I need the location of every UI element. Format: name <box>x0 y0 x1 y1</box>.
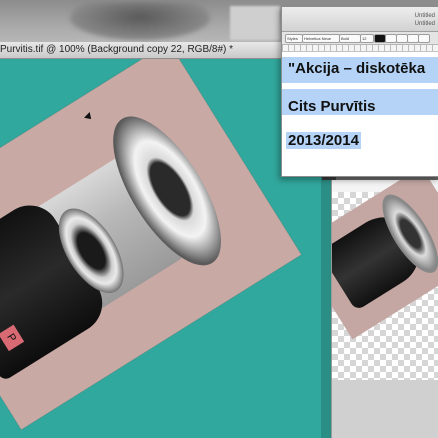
align-button[interactable] <box>418 34 430 43</box>
font-size-popup[interactable]: 12 <box>360 34 374 43</box>
text-ruler[interactable] <box>282 45 438 52</box>
editor-window-title: Untitled <box>414 13 435 19</box>
background-blur-2 <box>230 6 280 40</box>
text-editing-area[interactable]: "Akcija – diskotēka Cits Purvītis 2013/2… <box>282 53 438 175</box>
text-editor-window[interactable]: Untitled Untitled Styles Helvetica Neue … <box>281 6 438 177</box>
format-toolbar: Styles Helvetica Neue Bold 12 <box>282 32 438 45</box>
document-title: Purvitis.tif @ 100% (Background copy 22,… <box>0 44 234 55</box>
second-document-preview[interactable] <box>331 180 438 438</box>
font-family-popup[interactable]: Helvetica Neue <box>302 34 340 43</box>
cup-image: P <box>0 98 246 391</box>
editor-window-subtitle: Untitled <box>414 21 435 27</box>
text-line-1[interactable]: "Akcija – diskotēka <box>286 60 428 77</box>
rotated-image-layer[interactable]: P <box>0 59 302 430</box>
styles-popup[interactable]: Styles <box>285 34 303 43</box>
font-weight-popup[interactable]: Bold <box>339 34 361 43</box>
text-line-2[interactable]: Cits Purvītis <box>286 98 378 115</box>
preview-bottom-strip <box>332 380 438 438</box>
background-blur <box>70 2 210 40</box>
text-line-3[interactable]: 2013/2014 <box>286 132 361 149</box>
editor-titlebar[interactable]: Untitled Untitled <box>282 7 438 32</box>
